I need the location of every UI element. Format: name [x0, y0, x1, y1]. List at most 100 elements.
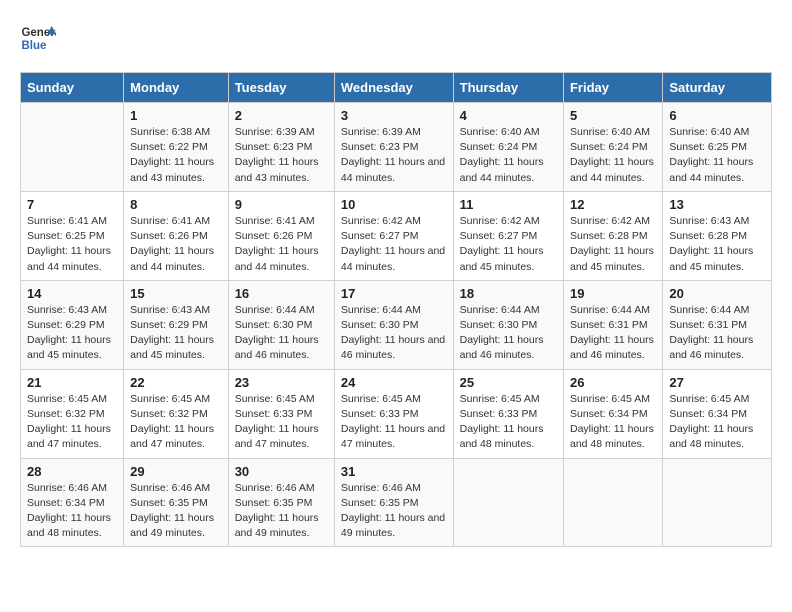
- week-row-3: 14Sunrise: 6:43 AMSunset: 6:29 PMDayligh…: [21, 280, 772, 369]
- cell-detail: Sunrise: 6:44 AMSunset: 6:31 PMDaylight:…: [570, 303, 656, 364]
- calendar-cell: [21, 103, 124, 192]
- header-cell-thursday: Thursday: [453, 73, 563, 103]
- calendar-cell: 14Sunrise: 6:43 AMSunset: 6:29 PMDayligh…: [21, 280, 124, 369]
- cell-detail: Sunrise: 6:41 AMSunset: 6:25 PMDaylight:…: [27, 214, 117, 275]
- cell-detail: Sunrise: 6:38 AMSunset: 6:22 PMDaylight:…: [130, 125, 222, 186]
- calendar-cell: 9Sunrise: 6:41 AMSunset: 6:26 PMDaylight…: [228, 191, 334, 280]
- calendar-cell: 16Sunrise: 6:44 AMSunset: 6:30 PMDayligh…: [228, 280, 334, 369]
- calendar-cell: 11 Sunrise: 6:42 AMSunset: 6:27 PMDayligh…: [453, 191, 563, 280]
- header-cell-wednesday: Wednesday: [334, 73, 453, 103]
- day-number: 7: [27, 197, 117, 212]
- calendar-cell: 1 Sunrise: 6:38 AMSunset: 6:22 PMDaylight…: [124, 103, 229, 192]
- calendar-cell: 29 Sunrise: 6:46 AMSunset: 6:35 PMDayligh…: [124, 458, 229, 547]
- header-cell-monday: Monday: [124, 73, 229, 103]
- cell-detail: Sunrise: 6:43 AMSunset: 6:29 PMDaylight:…: [27, 303, 117, 364]
- calendar-cell: 30 Sunrise: 6:46 AMSunset: 6:35 PMDayligh…: [228, 458, 334, 547]
- cell-detail: Sunrise: 6:46 AMSunset: 6:35 PMDaylight:…: [341, 481, 447, 542]
- cell-detail: Sunrise: 6:43 AMSunset: 6:28 PMDaylight:…: [669, 214, 765, 275]
- calendar-cell: 19 Sunrise: 6:44 AMSunset: 6:31 PMDayligh…: [563, 280, 662, 369]
- day-number: 17: [341, 286, 447, 301]
- day-number: 27: [669, 375, 765, 390]
- cell-detail: Sunrise: 6:42 AMSunset: 6:28 PMDaylight:…: [570, 214, 656, 275]
- calendar-cell: 24Sunrise: 6:45 AMSunset: 6:33 PMDayligh…: [334, 369, 453, 458]
- calendar-cell: 23 Sunrise: 6:45 AMSunset: 6:33 PMDayligh…: [228, 369, 334, 458]
- day-number: 3: [341, 108, 447, 123]
- cell-detail: Sunrise: 6:45 AMSunset: 6:33 PMDaylight:…: [341, 392, 447, 453]
- day-number: 10: [341, 197, 447, 212]
- cell-detail: Sunrise: 6:46 AMSunset: 6:34 PMDaylight:…: [27, 481, 117, 542]
- header: General Blue: [20, 20, 772, 56]
- calendar-cell: 31 Sunrise: 6:46 AMSunset: 6:35 PMDayligh…: [334, 458, 453, 547]
- day-number: 31: [341, 464, 447, 479]
- calendar-cell: 12 Sunrise: 6:42 AMSunset: 6:28 PMDayligh…: [563, 191, 662, 280]
- calendar-cell: 17Sunrise: 6:44 AMSunset: 6:30 PMDayligh…: [334, 280, 453, 369]
- calendar-cell: 21 Sunrise: 6:45 AMSunset: 6:32 PMDayligh…: [21, 369, 124, 458]
- day-number: 29: [130, 464, 222, 479]
- day-number: 16: [235, 286, 328, 301]
- day-number: 23: [235, 375, 328, 390]
- day-number: 11: [460, 197, 557, 212]
- cell-detail: Sunrise: 6:45 AMSunset: 6:34 PMDaylight:…: [669, 392, 765, 453]
- day-number: 13: [669, 197, 765, 212]
- day-number: 21: [27, 375, 117, 390]
- header-row: SundayMondayTuesdayWednesdayThursdayFrid…: [21, 73, 772, 103]
- cell-detail: Sunrise: 6:45 AMSunset: 6:32 PMDaylight:…: [130, 392, 222, 453]
- day-number: 12: [570, 197, 656, 212]
- header-cell-sunday: Sunday: [21, 73, 124, 103]
- week-row-5: 28Sunrise: 6:46 AMSunset: 6:34 PMDayligh…: [21, 458, 772, 547]
- calendar-cell: 22 Sunrise: 6:45 AMSunset: 6:32 PMDayligh…: [124, 369, 229, 458]
- header-cell-saturday: Saturday: [663, 73, 772, 103]
- cell-detail: Sunrise: 6:45 AMSunset: 6:34 PMDaylight:…: [570, 392, 656, 453]
- svg-text:Blue: Blue: [21, 40, 47, 52]
- calendar-cell: 7 Sunrise: 6:41 AMSunset: 6:25 PMDaylight…: [21, 191, 124, 280]
- calendar-cell: 26 Sunrise: 6:45 AMSunset: 6:34 PMDayligh…: [563, 369, 662, 458]
- cell-detail: Sunrise: 6:40 AMSunset: 6:24 PMDaylight:…: [570, 125, 656, 186]
- calendar-cell: [563, 458, 662, 547]
- calendar-table: SundayMondayTuesdayWednesdayThursdayFrid…: [20, 72, 772, 547]
- week-row-4: 21 Sunrise: 6:45 AMSunset: 6:32 PMDayligh…: [21, 369, 772, 458]
- day-number: 22: [130, 375, 222, 390]
- cell-detail: Sunrise: 6:46 AMSunset: 6:35 PMDaylight:…: [235, 481, 328, 542]
- calendar-cell: 20Sunrise: 6:44 AMSunset: 6:31 PMDayligh…: [663, 280, 772, 369]
- cell-detail: Sunrise: 6:46 AMSunset: 6:35 PMDaylight:…: [130, 481, 222, 542]
- logo-icon: General Blue: [20, 20, 56, 56]
- day-number: 15: [130, 286, 222, 301]
- calendar-cell: 27 Sunrise: 6:45 AMSunset: 6:34 PMDayligh…: [663, 369, 772, 458]
- day-number: 1: [130, 108, 222, 123]
- cell-detail: Sunrise: 6:39 AMSunset: 6:23 PMDaylight:…: [235, 125, 328, 186]
- calendar-cell: 6Sunrise: 6:40 AMSunset: 6:25 PMDaylight…: [663, 103, 772, 192]
- cell-detail: Sunrise: 6:45 AMSunset: 6:33 PMDaylight:…: [460, 392, 557, 453]
- cell-detail: Sunrise: 6:42 AMSunset: 6:27 PMDaylight:…: [460, 214, 557, 275]
- calendar-cell: [663, 458, 772, 547]
- day-number: 6: [669, 108, 765, 123]
- calendar-header: SundayMondayTuesdayWednesdayThursdayFrid…: [21, 73, 772, 103]
- cell-detail: Sunrise: 6:42 AMSunset: 6:27 PMDaylight:…: [341, 214, 447, 275]
- day-number: 19: [570, 286, 656, 301]
- calendar-cell: [453, 458, 563, 547]
- cell-detail: Sunrise: 6:40 AMSunset: 6:24 PMDaylight:…: [460, 125, 557, 186]
- cell-detail: Sunrise: 6:45 AMSunset: 6:32 PMDaylight:…: [27, 392, 117, 453]
- day-number: 4: [460, 108, 557, 123]
- cell-detail: Sunrise: 6:45 AMSunset: 6:33 PMDaylight:…: [235, 392, 328, 453]
- day-number: 18: [460, 286, 557, 301]
- calendar-cell: 10 Sunrise: 6:42 AMSunset: 6:27 PMDayligh…: [334, 191, 453, 280]
- calendar-cell: 18 Sunrise: 6:44 AMSunset: 6:30 PMDayligh…: [453, 280, 563, 369]
- header-cell-friday: Friday: [563, 73, 662, 103]
- day-number: 5: [570, 108, 656, 123]
- cell-detail: Sunrise: 6:41 AMSunset: 6:26 PMDaylight:…: [235, 214, 328, 275]
- week-row-1: 1 Sunrise: 6:38 AMSunset: 6:22 PMDaylight…: [21, 103, 772, 192]
- logo: General Blue: [20, 20, 56, 56]
- header-cell-tuesday: Tuesday: [228, 73, 334, 103]
- cell-detail: Sunrise: 6:44 AMSunset: 6:30 PMDaylight:…: [460, 303, 557, 364]
- calendar-cell: 15Sunrise: 6:43 AMSunset: 6:29 PMDayligh…: [124, 280, 229, 369]
- cell-detail: Sunrise: 6:41 AMSunset: 6:26 PMDaylight:…: [130, 214, 222, 275]
- week-row-2: 7 Sunrise: 6:41 AMSunset: 6:25 PMDaylight…: [21, 191, 772, 280]
- day-number: 30: [235, 464, 328, 479]
- day-number: 26: [570, 375, 656, 390]
- calendar-cell: 4 Sunrise: 6:40 AMSunset: 6:24 PMDaylight…: [453, 103, 563, 192]
- calendar-cell: 13 Sunrise: 6:43 AMSunset: 6:28 PMDayligh…: [663, 191, 772, 280]
- calendar-cell: 8Sunrise: 6:41 AMSunset: 6:26 PMDaylight…: [124, 191, 229, 280]
- day-number: 25: [460, 375, 557, 390]
- cell-detail: Sunrise: 6:39 AMSunset: 6:23 PMDaylight:…: [341, 125, 447, 186]
- calendar-cell: 2Sunrise: 6:39 AMSunset: 6:23 PMDaylight…: [228, 103, 334, 192]
